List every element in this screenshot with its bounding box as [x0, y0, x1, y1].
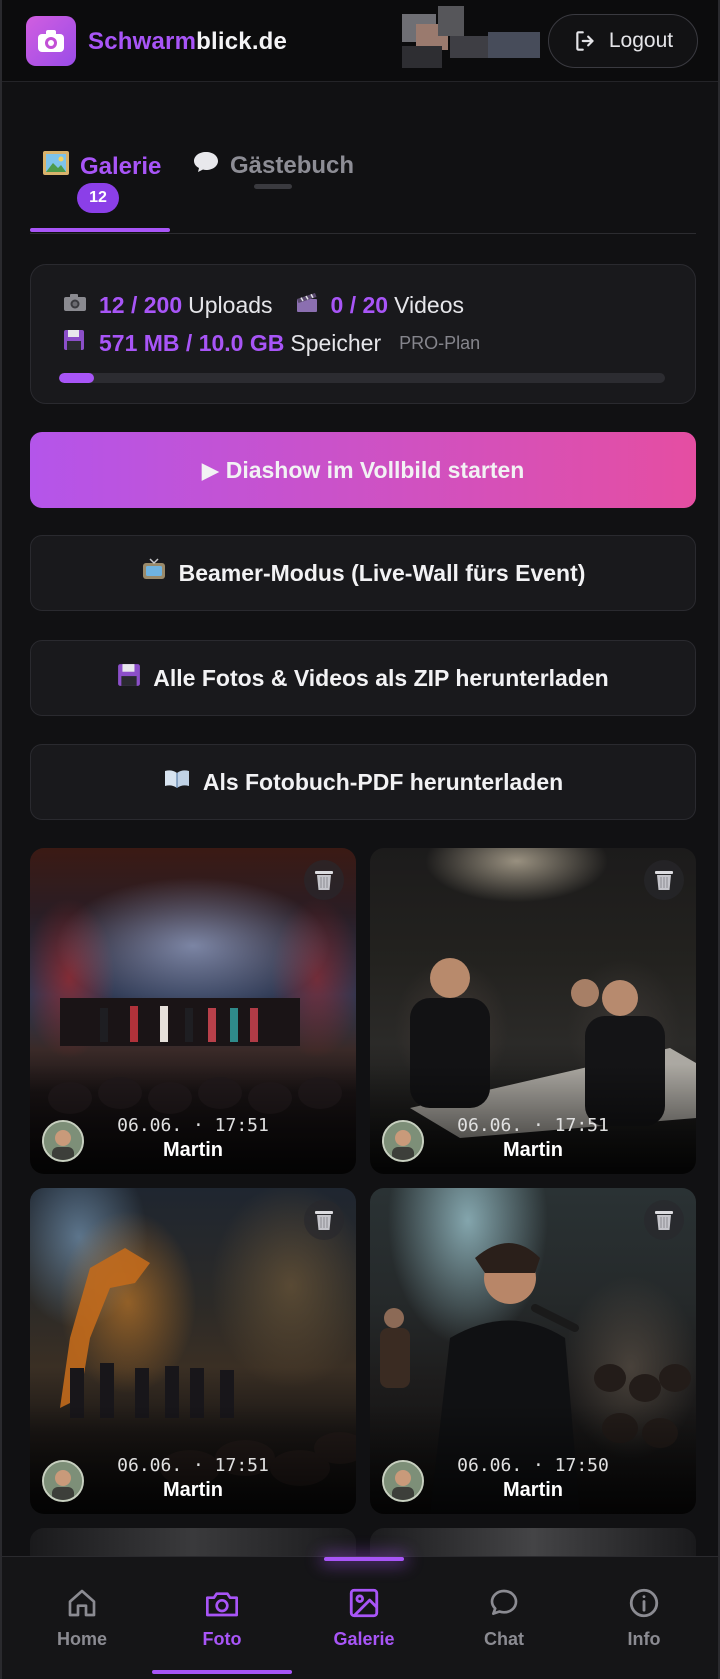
storage-value: 571 MB / 10.0 GB — [99, 329, 285, 356]
picture-icon — [42, 150, 70, 183]
delete-photo-button[interactable] — [644, 860, 684, 900]
camera-icon — [38, 30, 64, 52]
slideshow-button[interactable]: ▶ Diashow im Vollbild starten — [30, 432, 696, 508]
open-book-icon — [163, 768, 191, 796]
nav-info-label: Info — [627, 1629, 661, 1649]
gallery-item[interactable]: 06.06. · 17:51 Martin — [30, 1188, 356, 1514]
beamer-mode-button[interactable]: Beamer-Modus (Live-Wall fürs Event) — [30, 535, 696, 611]
brand-part-1: Schwarm — [88, 28, 197, 55]
gallery-item[interactable]: 06.06. · 17:50 Martin — [370, 1188, 696, 1514]
storage-label: Speicher — [290, 329, 382, 356]
top-header: Schwarmblick.de Logout — [2, 0, 718, 82]
slideshow-label: ▶ Diashow im Vollbild starten — [201, 456, 525, 483]
storage-progress-bar — [59, 373, 665, 383]
brand-name[interactable]: Schwarmblick.de — [88, 28, 287, 56]
clapperboard-icon — [295, 291, 319, 319]
photo-timestamp: 06.06. · 17:50 — [457, 1455, 609, 1476]
camera-icon — [204, 1585, 240, 1621]
content-tabs: Galerie 12 Gästebuch — [30, 140, 696, 234]
app-root: Schwarmblick.de Logout Galerie 12 Gästeb… — [0, 0, 720, 1679]
tab-gaestebuch[interactable]: Gästebuch — [192, 150, 354, 181]
gallery-item[interactable]: 06.06. · 17:51 Martin — [30, 848, 356, 1174]
videos-value: 0 / 20 — [330, 291, 389, 318]
photo-timestamp: 06.06. · 17:51 — [117, 1115, 269, 1136]
brand-part-2: blick.de — [196, 28, 288, 55]
storage-progress-fill — [59, 373, 94, 383]
tab-galerie-label: Galerie — [80, 152, 162, 180]
nav-chat[interactable]: Chat — [444, 1585, 564, 1650]
image-icon — [346, 1585, 382, 1621]
nav-foto-label: Foto — [202, 1629, 242, 1649]
bottom-navigation: Home Foto Galerie Chat Info — [2, 1556, 718, 1679]
gallery-item[interactable]: 06.06. · 17:51 Martin — [370, 848, 696, 1174]
trash-icon — [315, 1211, 333, 1230]
photo-timestamp: 06.06. · 17:51 — [457, 1115, 609, 1136]
uploads-label: Uploads — [188, 291, 273, 318]
photo-author: Martin — [163, 1139, 223, 1161]
app-logo[interactable] — [26, 16, 76, 66]
floppy-disk-icon — [117, 663, 141, 693]
nav-chat-label: Chat — [484, 1629, 524, 1649]
gaestebuch-placeholder-indicator — [254, 184, 292, 189]
nav-home-label: Home — [56, 1629, 107, 1649]
info-icon — [626, 1585, 662, 1621]
photo-author: Martin — [503, 1139, 563, 1161]
galerie-count-badge: 12 — [77, 183, 119, 213]
beamer-mode-label: Beamer-Modus (Live-Wall fürs Event) — [178, 559, 586, 586]
delete-photo-button[interactable] — [304, 860, 344, 900]
trash-icon — [315, 871, 333, 890]
nav-info[interactable]: Info — [584, 1585, 704, 1650]
stats-row-storage: 571 MB / 10.0 GB Speicher PRO-Plan — [63, 329, 480, 357]
camera-icon — [63, 292, 87, 318]
stats-row-uploads: 12 / 200 Uploads 0 / 20 Videos — [63, 291, 464, 319]
photobook-pdf-button[interactable]: Als Fotobuch-PDF herunterladen — [30, 744, 696, 820]
uploads-value: 12 / 200 — [99, 291, 183, 318]
photo-author: Martin — [163, 1479, 223, 1501]
tab-galerie[interactable]: Galerie — [42, 150, 161, 183]
trash-icon — [655, 1211, 673, 1230]
photo-author: Martin — [503, 1479, 563, 1501]
zip-download-label: Alle Fotos & Videos als ZIP herunterlade… — [153, 664, 609, 691]
trash-icon — [655, 871, 673, 890]
plan-label: PRO-Plan — [399, 332, 481, 353]
floppy-disk-icon — [63, 329, 87, 357]
active-nav-glow — [324, 1557, 404, 1561]
tv-icon — [141, 558, 167, 588]
photo-timestamp: 06.06. · 17:51 — [117, 1455, 269, 1476]
speech-bubble-icon — [192, 150, 220, 181]
photobook-pdf-label: Als Fotobuch-PDF herunterladen — [202, 768, 564, 795]
nav-galerie[interactable]: Galerie — [304, 1585, 424, 1650]
home-icon — [64, 1585, 100, 1621]
zip-download-button[interactable]: Alle Fotos & Videos als ZIP herunterlade… — [30, 640, 696, 716]
logout-icon — [576, 31, 594, 51]
nav-foto[interactable]: Foto — [162, 1585, 282, 1650]
logout-label: Logout — [608, 29, 674, 52]
logout-button[interactable]: Logout — [548, 14, 698, 68]
active-tab-indicator — [30, 228, 170, 232]
usage-stats-card: 12 / 200 Uploads 0 / 20 Videos 571 MB / … — [30, 264, 696, 404]
blurred-user-info — [402, 6, 542, 70]
delete-photo-button[interactable] — [644, 1200, 684, 1240]
chat-icon — [486, 1585, 522, 1621]
tab-gaestebuch-label: Gästebuch — [230, 151, 355, 179]
nav-foto-indicator — [152, 1670, 292, 1674]
nav-home[interactable]: Home — [22, 1585, 142, 1650]
nav-galerie-label: Galerie — [333, 1629, 395, 1649]
videos-label: Videos — [394, 291, 464, 318]
delete-photo-button[interactable] — [304, 1200, 344, 1240]
